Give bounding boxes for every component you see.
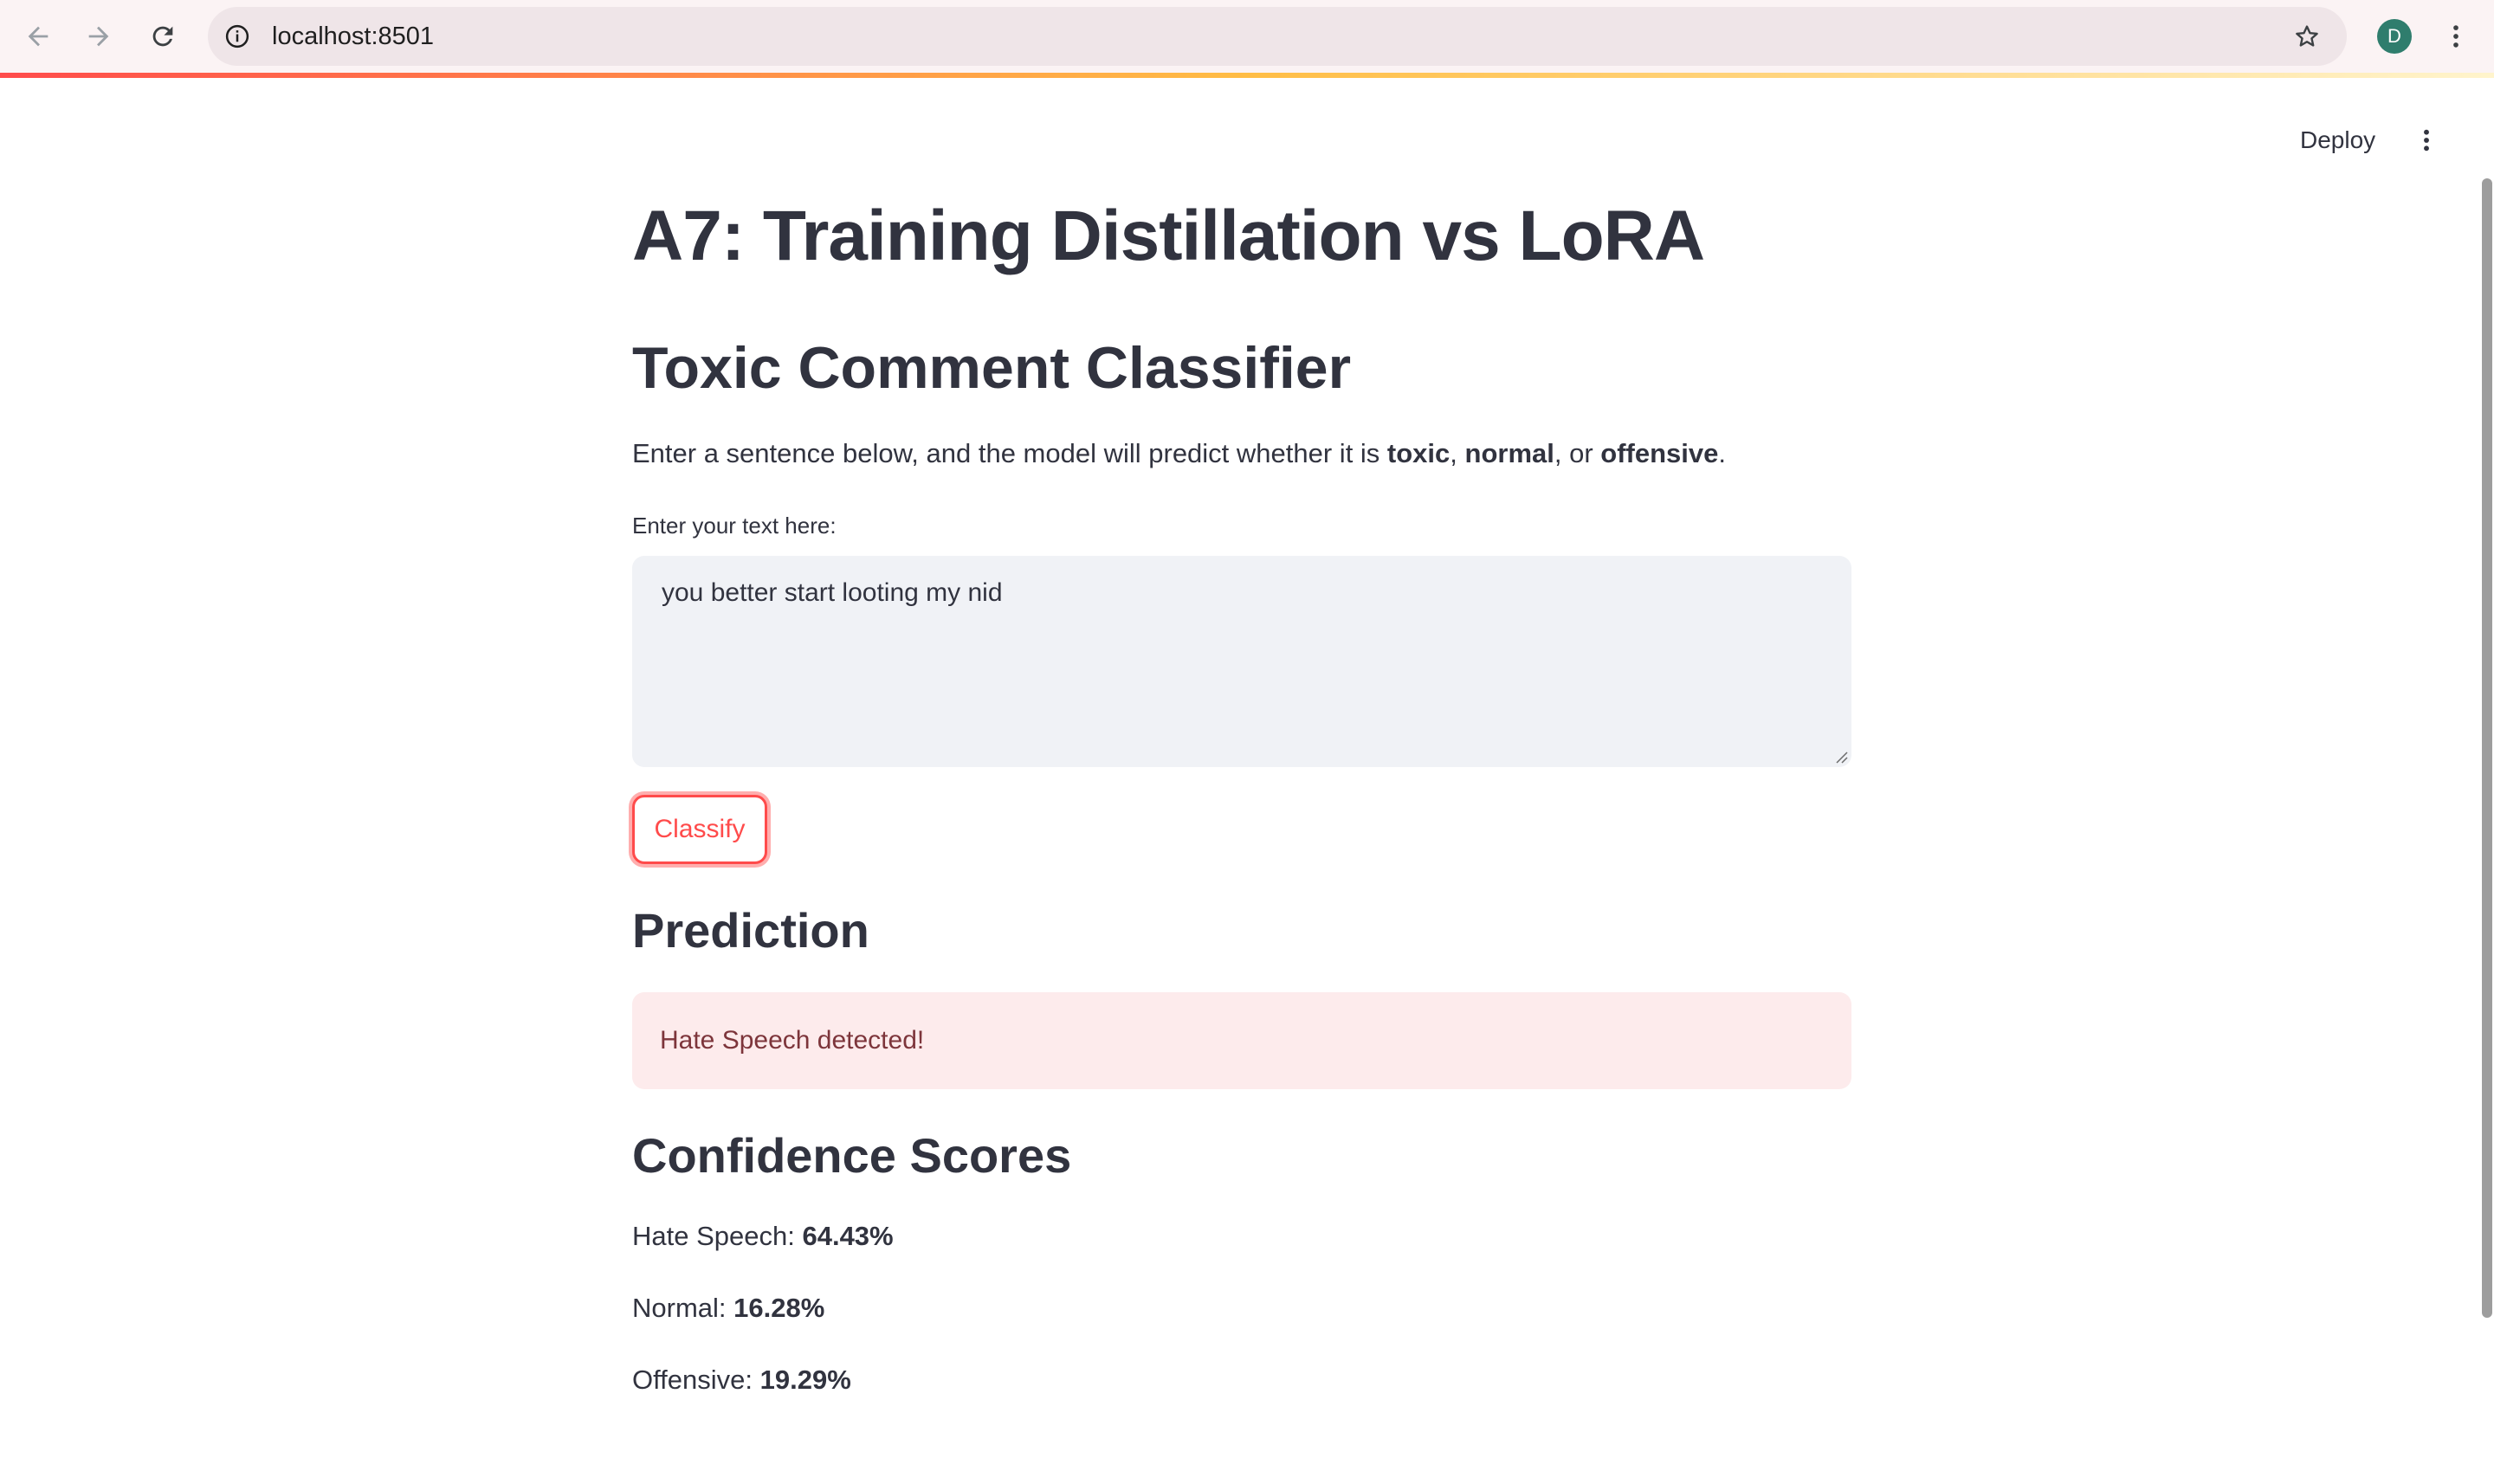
browser-menu-icon[interactable]: [2439, 19, 2473, 54]
bookmark-star-icon[interactable]: [2290, 19, 2324, 54]
page-title: A7: Training Distillation vs LoRA: [632, 197, 1705, 275]
option-toxic: toxic: [1386, 438, 1451, 468]
reload-icon: [152, 26, 173, 47]
option-normal: normal: [1464, 438, 1554, 468]
site-info-icon[interactable]: [220, 19, 255, 54]
confidence-heading: Confidence Scores: [632, 1128, 1072, 1183]
app-subtitle: Toxic Comment Classifier: [632, 335, 1352, 401]
score-normal: Normal: 16.28%: [632, 1293, 825, 1323]
browser-toolbar: localhost:8501 D: [0, 0, 2494, 73]
url-text[interactable]: localhost:8501: [272, 7, 434, 66]
prediction-heading: Prediction: [632, 903, 869, 958]
address-bar[interactable]: localhost:8501: [208, 7, 2347, 66]
text-input-area[interactable]: you better start looting my nid: [632, 556, 1851, 767]
page-scrollbar[interactable]: [2482, 178, 2492, 1318]
option-offensive: offensive: [1600, 438, 1719, 468]
text-input-value: you better start looting my nid: [662, 578, 1003, 607]
arrow-right-icon: [88, 26, 109, 47]
back-button[interactable]: [17, 16, 59, 57]
app-menu-icon[interactable]: [2409, 123, 2444, 158]
header-decoration: [0, 73, 2494, 78]
resize-handle-icon[interactable]: [1832, 748, 1848, 764]
score-hate-speech: Hate Speech: 64.43%: [632, 1221, 894, 1251]
profile-avatar[interactable]: D: [2377, 19, 2412, 54]
text-input-label: Enter your text here:: [632, 513, 837, 539]
classify-button[interactable]: Classify: [632, 795, 767, 864]
reload-button[interactable]: [142, 16, 184, 57]
prediction-alert: Hate Speech detected!: [632, 992, 1851, 1089]
description-text: Enter a sentence below, and the model wi…: [632, 438, 1727, 468]
score-offensive: Offensive: 19.29%: [632, 1365, 851, 1395]
forward-button[interactable]: [78, 16, 120, 57]
deploy-button[interactable]: Deploy: [2286, 119, 2389, 161]
arrow-left-icon: [28, 26, 48, 47]
